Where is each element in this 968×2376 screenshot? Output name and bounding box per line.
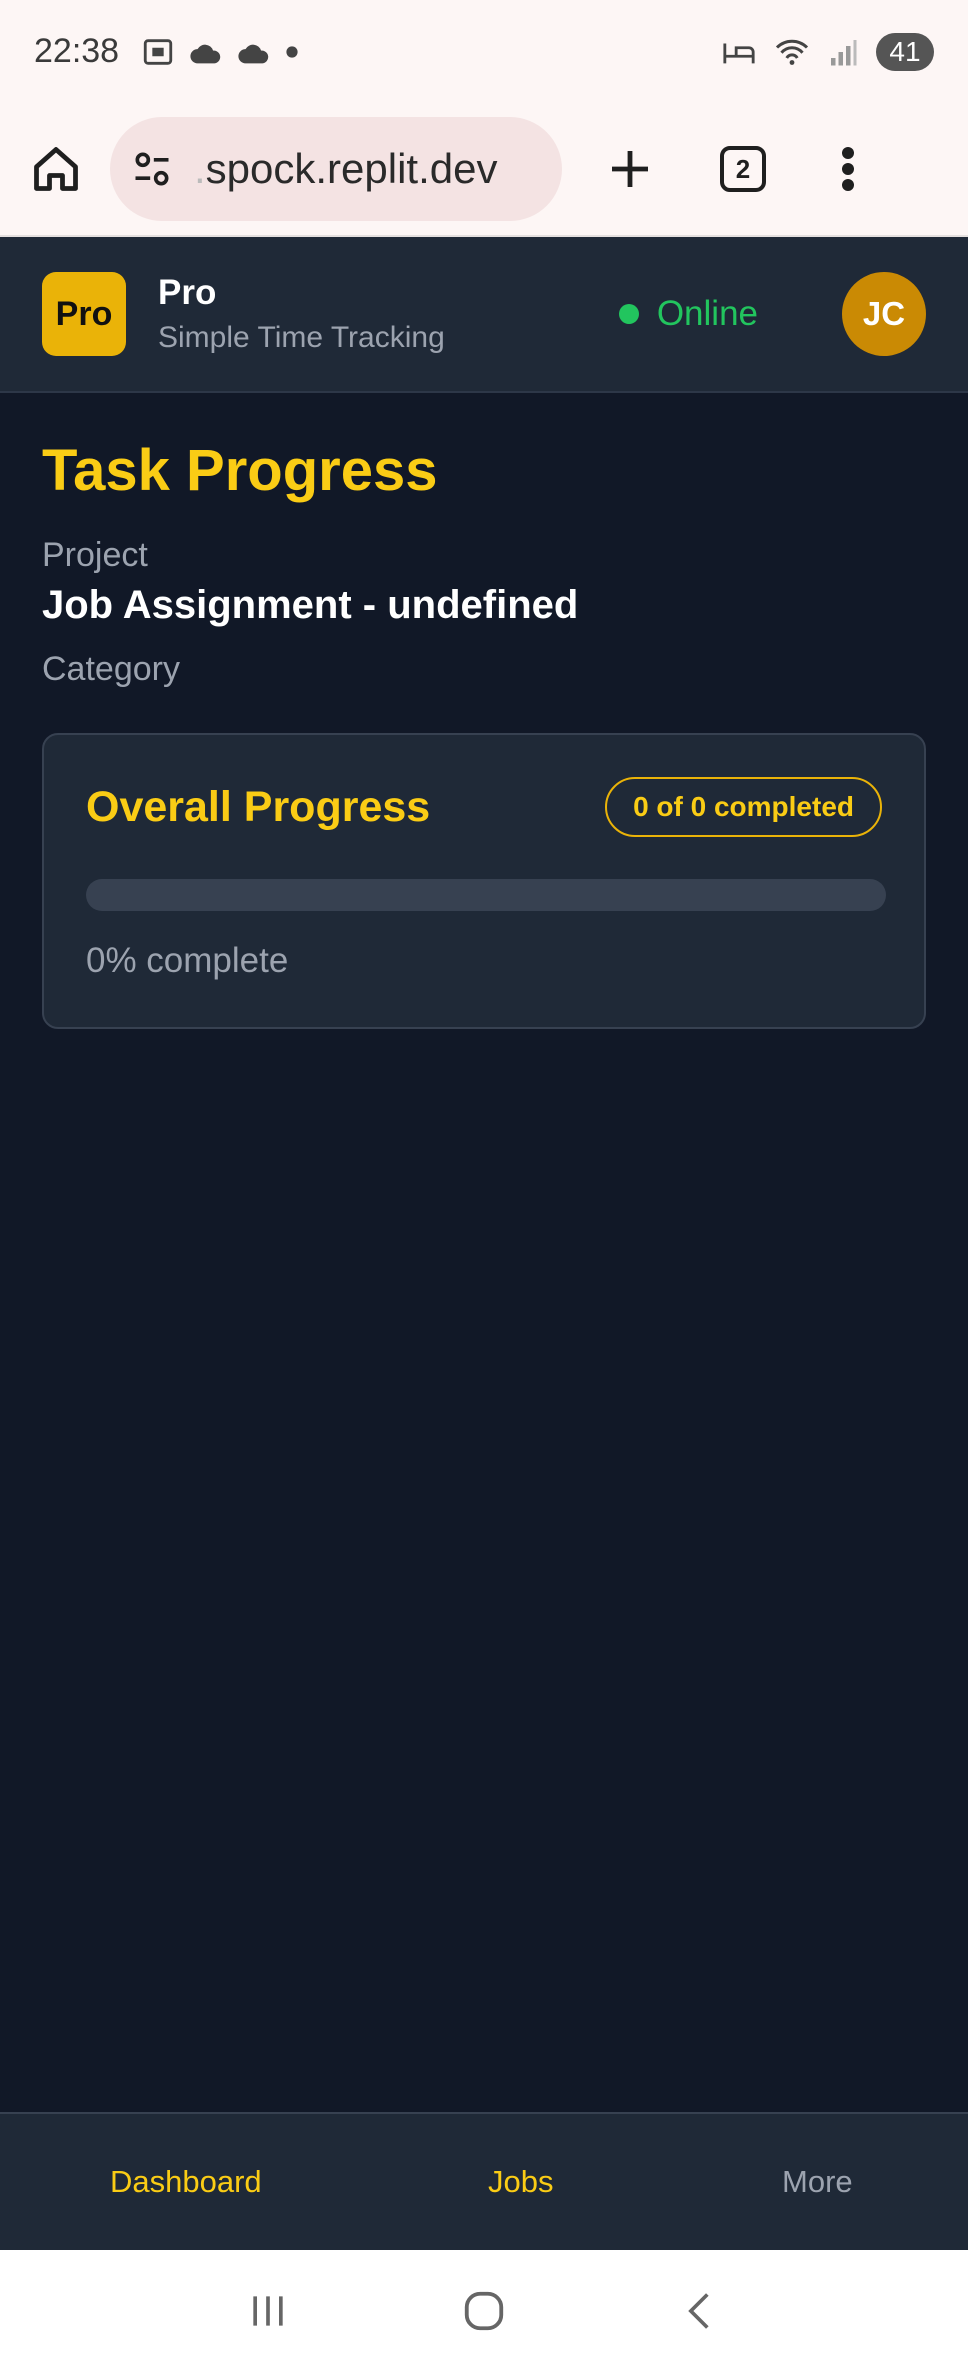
- progress-text: 0% complete: [86, 941, 289, 980]
- tab-switcher-button[interactable]: 2: [720, 146, 766, 192]
- more-vert-icon: [842, 147, 854, 191]
- status-bar: 22:38 41: [0, 0, 968, 103]
- url-text: spock.replit.dev: [205, 145, 498, 192]
- browser-toolbar: .spock.replit.dev 2: [0, 103, 968, 237]
- status-time: 22:38: [34, 32, 120, 70]
- project-value: Job Assignment - undefined: [42, 583, 579, 627]
- address-bar[interactable]: .spock.replit.dev: [110, 117, 562, 221]
- online-status-text: Online: [656, 294, 758, 333]
- avatar[interactable]: JC: [842, 272, 926, 356]
- home-system-button[interactable]: [461, 2288, 507, 2339]
- page-title: Task Progress: [42, 438, 438, 503]
- tab-count: 2: [720, 146, 766, 192]
- browser-menu-button[interactable]: [838, 145, 858, 193]
- recents-button[interactable]: [246, 2289, 290, 2338]
- app-header: Pro Pro Simple Time Tracking Online JC: [0, 237, 968, 393]
- brand-subtitle: Simple Time Tracking: [158, 321, 445, 354]
- nav-jobs[interactable]: Jobs: [488, 2164, 553, 2200]
- cloud-icon: [238, 44, 269, 63]
- battery-indicator: 41: [876, 32, 934, 71]
- overall-progress-card: Overall Progress 0 of 0 completed 0% com…: [42, 733, 926, 1029]
- home-circle-icon: [464, 2291, 504, 2330]
- card-title: Overall Progress: [86, 782, 431, 831]
- new-tab-button[interactable]: [606, 145, 654, 193]
- wifi-icon: [775, 39, 809, 65]
- home-button[interactable]: [30, 143, 82, 195]
- recents-icon: [252, 2295, 283, 2326]
- home-icon: [34, 147, 78, 191]
- back-button[interactable]: [678, 2289, 722, 2338]
- brand-name: Pro: [158, 273, 217, 312]
- nav-dashboard[interactable]: Dashboard: [110, 2164, 262, 2200]
- online-status: Online: [618, 294, 758, 334]
- plus-icon: [612, 151, 648, 187]
- brand: Pro Simple Time Tracking: [158, 273, 445, 355]
- project-label: Project: [42, 536, 148, 574]
- system-nav-bar: [0, 2250, 968, 2376]
- completed-badge: 0 of 0 completed: [605, 777, 882, 837]
- category-label: Category: [42, 650, 180, 688]
- main-content: Task Progress Project Job Assignment - u…: [42, 393, 926, 1029]
- screenshot-icon: [143, 38, 173, 65]
- bed-icon: [723, 43, 755, 63]
- site-settings-icon: [135, 152, 169, 186]
- online-dot-icon: [618, 304, 639, 324]
- dot-icon: [286, 45, 298, 58]
- back-icon: [688, 2292, 709, 2329]
- app-logo: Pro: [42, 272, 126, 356]
- nav-more[interactable]: More: [782, 2164, 853, 2200]
- progress-bar: [86, 879, 886, 911]
- signal-icon: [831, 39, 857, 65]
- cloud-icon: [190, 44, 221, 63]
- bottom-nav: Dashboard Jobs More: [0, 2112, 968, 2250]
